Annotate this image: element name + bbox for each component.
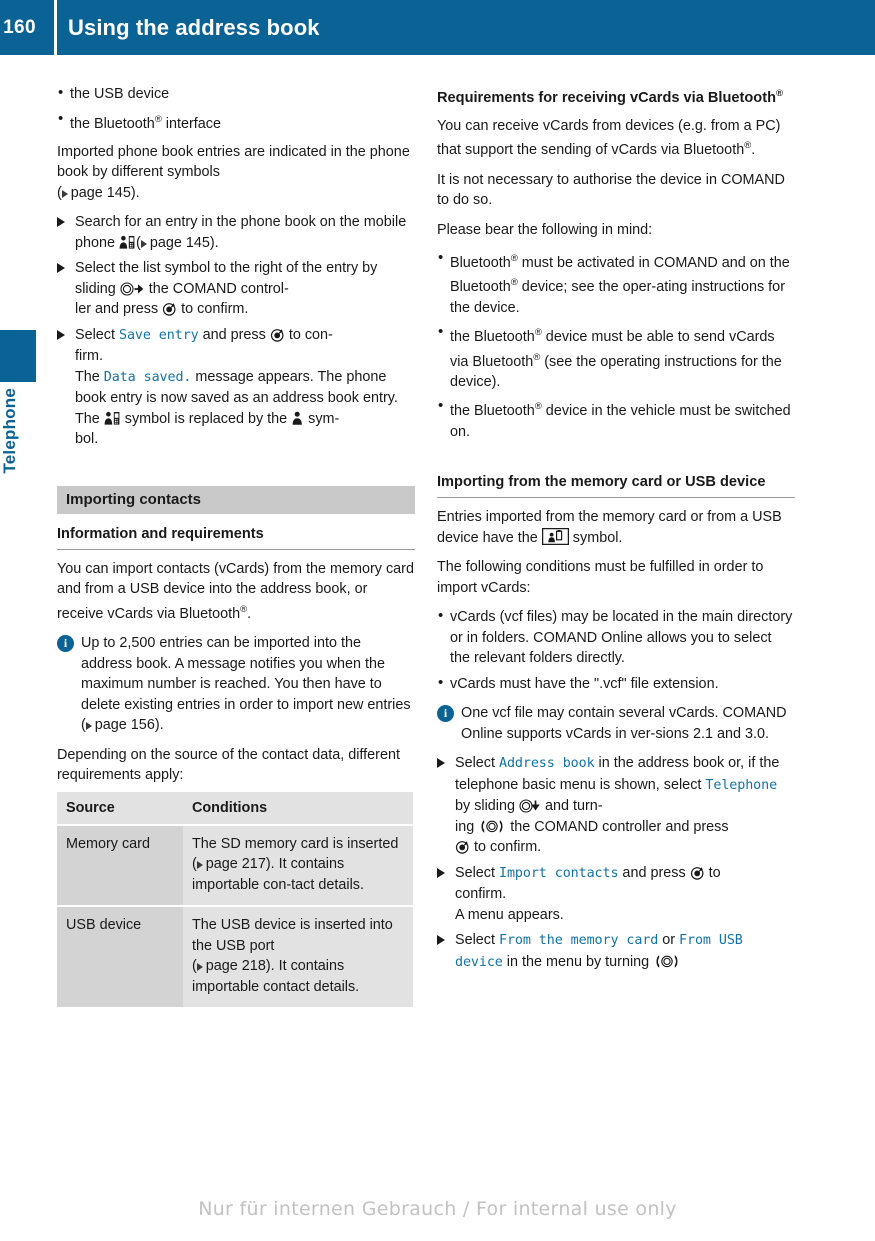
bullet-text: the USB device (70, 86, 170, 102)
page-ref-145b: (page 145). (136, 234, 219, 251)
step-save-entry: Select Save entry and press to con-firm.… (57, 325, 415, 450)
list-item: the Bluetooth® device must be able to se… (437, 322, 795, 392)
registered-mark: ® (240, 603, 248, 615)
section-heading-importing-contacts: Importing contacts (57, 485, 415, 514)
list-item: Bluetooth® must be activated in COMAND a… (437, 248, 795, 318)
step-search-entry: Search for an entry in the phone book on… (57, 212, 415, 253)
right-column: Requirements for receiving vCards via Bl… (437, 84, 795, 978)
list-item: the Bluetooth® interface (57, 108, 415, 134)
controller-press-icon (270, 328, 285, 342)
menu-option-import-contacts[interactable]: Import contacts (499, 866, 619, 881)
registered-mark: ® (744, 140, 752, 152)
phonebook-contact-icon (104, 411, 121, 426)
registered-mark: ® (154, 113, 162, 125)
paragraph-bear-in-mind: Please bear the following in mind: (437, 221, 653, 238)
info-note-entry-limit: i Up to 2,500 entries can be imported in… (57, 633, 415, 736)
phonebook-contact-icon (119, 235, 136, 250)
page-ref-icon (140, 239, 147, 248)
controller-press-icon (162, 302, 177, 316)
addressbook-contact-icon (291, 411, 304, 426)
page-number: 160 (3, 16, 36, 38)
step-arrow-icon (57, 217, 65, 228)
registered-mark: ® (775, 88, 783, 99)
source-conditions-table: Source Conditions Memory card The SD mem… (57, 791, 413, 1008)
menu-option-save-entry[interactable]: Save entry (119, 328, 199, 343)
table-cell-conditions: The SD memory card is inserted (page 217… (183, 824, 413, 907)
controller-press-icon (690, 866, 705, 880)
page-ref-icon (196, 963, 203, 972)
controller-turn-icon (653, 954, 681, 969)
table-row: USB device The USB device is inserted in… (57, 905, 413, 1008)
paragraph-receive-vcards: You can receive vCards from devices (e.g… (437, 117, 781, 159)
info-icon: i (57, 635, 74, 653)
step-arrow-icon (437, 758, 445, 769)
step-arrow-icon (437, 935, 445, 946)
table-cell-source: Memory card (57, 824, 183, 907)
paragraph-conditions-import: The following conditions must be fulfill… (437, 559, 764, 596)
footer-watermark: Nur für internen Gebrauch / For internal… (198, 1198, 677, 1220)
list-item: the Bluetooth® device in the vehicle mus… (437, 396, 795, 442)
page-ref-icon (85, 722, 92, 731)
section-tab-block (0, 330, 36, 382)
controller-press-icon (455, 840, 470, 854)
paragraph-entries-imported: Entries imported from the memory card or… (437, 509, 782, 546)
info-icon: i (437, 705, 454, 723)
paragraph-authorise: It is not necessary to authorise the dev… (437, 171, 785, 209)
paragraph-depending-source: Depending on the source of the contact d… (57, 746, 400, 784)
registered-mark: ® (533, 351, 541, 363)
table-cell-conditions: The USB device is inserted into the USB … (183, 905, 413, 1008)
controller-slide-right-icon (120, 282, 145, 296)
table-header-row: Source Conditions (57, 791, 413, 826)
table-header-conditions: Conditions (183, 791, 413, 826)
list-item: vCards (vcf files) may be located in the… (437, 606, 795, 669)
menu-option-telephone[interactable]: Telephone (705, 778, 777, 793)
page-ref-icon (61, 189, 68, 198)
controller-slide-down-icon (519, 799, 541, 813)
heading-requirements-bluetooth: Requirements for receiving vCards via Bl… (437, 88, 783, 106)
page-title: Using the address book (68, 14, 320, 40)
step-select-list-symbol: Select the list symbol to the right of t… (57, 258, 415, 320)
table-row: Memory card The SD memory card is insert… (57, 824, 413, 907)
step-substep-menu-appears: A menu appears. (455, 906, 564, 923)
heading-importing-memory-card: Importing from the memory card or USB de… (437, 472, 795, 499)
section-tab-telephone: Telephone (0, 330, 36, 474)
step-select-import-contacts: Select Import contacts and press to confi… (437, 863, 795, 926)
step-select-address-book: Select Address book in the address book … (437, 753, 795, 858)
page-ref-icon (196, 861, 203, 870)
step-arrow-icon (57, 329, 65, 340)
registered-mark: ® (510, 277, 518, 289)
imported-vcard-icon (541, 527, 569, 545)
controller-turn-icon (478, 819, 506, 834)
message-data-saved: Data saved. (103, 369, 192, 385)
menu-option-address-book[interactable]: Address book (499, 756, 595, 771)
menu-option-from-memory-card[interactable]: From the memory card (499, 933, 658, 948)
section-tab-label: Telephone (0, 388, 19, 474)
registered-mark: ® (534, 327, 542, 339)
left-column: the USB device the Bluetooth® interface … (57, 83, 415, 1008)
table-cell-source: USB device (57, 905, 183, 1008)
info-note-vcf-versions: i One vcf file may contain several vCard… (437, 703, 795, 744)
step-arrow-icon (437, 867, 445, 878)
header-divider (54, 0, 57, 55)
registered-mark: ® (510, 253, 518, 265)
table-header-source: Source (57, 791, 183, 826)
registered-mark: ® (534, 401, 542, 413)
list-item: vCards must have the ".vcf" file extensi… (437, 673, 795, 695)
step-arrow-icon (57, 263, 65, 274)
paragraph-imported-entries: Imported phone book entries are indicate… (57, 143, 410, 201)
paragraph-import-contacts: You can import contacts (vCards) from th… (57, 560, 414, 622)
heading-information-requirements: Information and requirements (57, 524, 415, 550)
step-select-source: Select From the memory card or From USB … (437, 930, 795, 973)
list-item: the USB device (57, 83, 415, 105)
page-header: 160 Using the address book (0, 0, 875, 55)
